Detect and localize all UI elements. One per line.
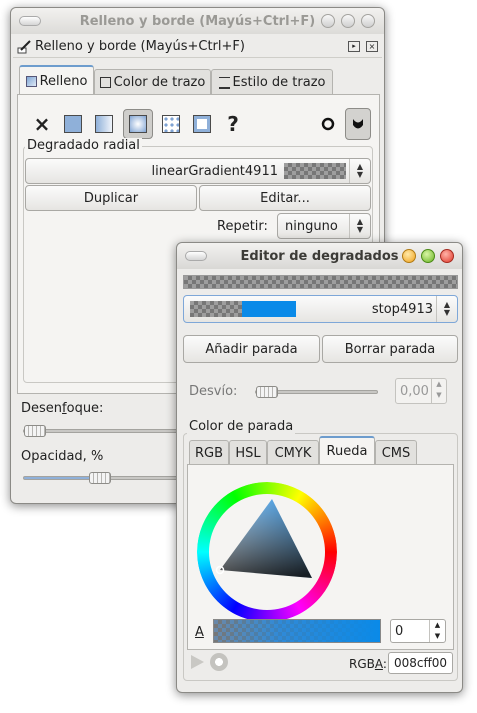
dialog-header-title: Relleno y borde (Mayús+Ctrl+F) — [35, 39, 245, 54]
alpha-label: A — [195, 625, 204, 640]
unset-paint-icon: ? — [227, 112, 239, 136]
tab-label: Relleno — [39, 73, 88, 89]
repeat-label: Repetir: — [217, 219, 268, 234]
color-wheel[interactable] — [197, 482, 337, 622]
tab-estilo-de-trazo[interactable]: Estilo de trazo — [211, 69, 333, 95]
stop-color-fill — [242, 301, 296, 317]
fill-swatch-button[interactable] — [189, 111, 215, 137]
fill-unset-button[interactable]: ? — [220, 111, 246, 137]
gradient-preview — [284, 163, 346, 179]
stroke-paint-tab-icon — [99, 77, 111, 88]
spin-arrows-icon[interactable]: ▲ ▼ — [431, 379, 446, 403]
gradient-section-label: Degradado radial — [25, 138, 142, 153]
rgba-label: RGBA: — [349, 657, 387, 671]
maximize-button[interactable] — [341, 14, 355, 28]
tab-cms[interactable]: CMS — [375, 440, 417, 465]
gradient-preview-bar — [183, 275, 458, 289]
dialog-header: Relleno y borde (Mayús+Ctrl+F) ▸ × — [13, 36, 382, 58]
repeat-value: ninguno — [285, 218, 338, 234]
nonzero-icon — [353, 119, 363, 129]
stop-color-label: Color de parada — [187, 419, 296, 434]
fill-stroke-titlebar[interactable]: Relleno y borde (Mayús+Ctrl+F) — [11, 8, 384, 34]
out-of-gamut-icon — [191, 655, 204, 669]
gradient-editor-window: Editor de degradados stop4913 ▲ ▼ Añadir … — [176, 242, 463, 693]
maximize-button[interactable] — [421, 249, 435, 263]
alpha-value: 0 — [395, 623, 404, 639]
chevron-updown-icon: ▲ ▼ — [349, 159, 370, 183]
stop-select-dropdown[interactable]: stop4913 ▲ ▼ — [183, 295, 458, 323]
no-paint-icon: × — [33, 112, 51, 136]
window-menu-button[interactable] — [19, 16, 41, 26]
remove-stop-button[interactable]: Borrar parada — [322, 335, 458, 363]
repeat-dropdown[interactable]: ninguno ▲ ▼ — [277, 213, 371, 239]
edit-button[interactable]: Editar... — [199, 185, 371, 211]
tab-label: HSL — [235, 445, 261, 461]
fill-pattern-button[interactable] — [158, 111, 184, 137]
stop-color-swatch — [190, 301, 296, 317]
tab-label: Estilo de trazo — [232, 75, 326, 90]
evenodd-icon — [321, 117, 335, 131]
gradient-editor-titlebar[interactable]: Editor de degradados — [177, 243, 462, 269]
pattern-icon — [162, 115, 180, 133]
blur-label: Desenfoque: — [21, 401, 104, 416]
fill-tab-icon — [25, 75, 37, 87]
alpha-slider-fill — [214, 620, 380, 642]
blur-slider-knob[interactable] — [24, 425, 46, 437]
fill-rule-evenodd-button[interactable] — [315, 111, 341, 137]
offset-spinbox[interactable]: 0,00 ▲ ▼ — [395, 378, 447, 404]
tab-label: RGB — [194, 445, 224, 461]
alpha-spinbox[interactable]: 0 ▲ ▼ — [390, 619, 446, 643]
dock-icon[interactable]: ▸ — [348, 41, 360, 52]
close-button[interactable] — [361, 14, 375, 28]
rgba-value: 008cff00 — [393, 656, 448, 670]
flat-color-icon — [64, 115, 82, 133]
radial-gradient-icon — [129, 115, 147, 133]
fill-none-button[interactable]: × — [29, 111, 55, 137]
close-button[interactable] — [440, 249, 454, 263]
opacity-slider-knob[interactable] — [89, 472, 111, 484]
tab-label: CMYK — [274, 445, 312, 461]
tab-hsl[interactable]: HSL — [229, 440, 267, 465]
linear-gradient-icon — [95, 115, 113, 133]
minimize-button[interactable] — [402, 249, 416, 263]
offset-label: Desvío: — [189, 384, 238, 399]
tab-rgb[interactable]: RGB — [189, 440, 229, 465]
tab-color-de-trazo[interactable]: Color de trazo — [94, 69, 211, 95]
stroke-style-tab-icon — [218, 76, 230, 89]
tab-label: Color de trazo — [113, 75, 206, 90]
tab-label: CMS — [381, 445, 411, 461]
color-managed-icon — [210, 653, 228, 671]
swatch-icon — [193, 115, 211, 133]
chevron-updown-icon: ▲ ▼ — [349, 214, 370, 238]
duplicate-button[interactable]: Duplicar — [25, 185, 197, 211]
offset-value: 0,00 — [400, 383, 429, 399]
opacity-label: Opacidad, % — [21, 449, 104, 464]
gradient-name: linearGradient4911 — [151, 163, 278, 179]
spin-arrows-icon[interactable]: ▲ ▼ — [429, 620, 445, 642]
offset-slider-knob[interactable] — [256, 386, 278, 398]
tab-rueda[interactable]: Rueda — [319, 436, 375, 465]
fill-linear-gradient-button[interactable] — [91, 111, 117, 137]
tab-relleno[interactable]: Relleno — [19, 65, 94, 95]
chevron-updown-icon: ▲ ▼ — [436, 296, 457, 322]
tab-label: Rueda — [326, 444, 368, 459]
gradient-select-dropdown[interactable]: linearGradient4911 ▲ ▼ — [25, 158, 371, 184]
tab-cmyk[interactable]: CMYK — [267, 440, 319, 465]
fill-radial-gradient-button[interactable] — [123, 109, 153, 139]
fill-stroke-window-title: Relleno y borde (Mayús+Ctrl+F) — [79, 13, 316, 29]
fill-rule-nonzero-button[interactable] — [345, 108, 371, 140]
close-panel-icon[interactable]: × — [366, 41, 378, 52]
gradient-editor-title: Editor de degradados — [240, 248, 399, 264]
window-menu-button[interactable] — [185, 251, 207, 261]
minimize-button[interactable] — [321, 14, 335, 28]
fill-stroke-app-icon — [16, 39, 32, 55]
rgba-input[interactable]: 008cff00 — [388, 652, 453, 674]
stop-name: stop4913 — [371, 301, 433, 317]
fill-flat-button[interactable] — [60, 111, 86, 137]
add-stop-button[interactable]: Añadir parada — [183, 335, 320, 363]
